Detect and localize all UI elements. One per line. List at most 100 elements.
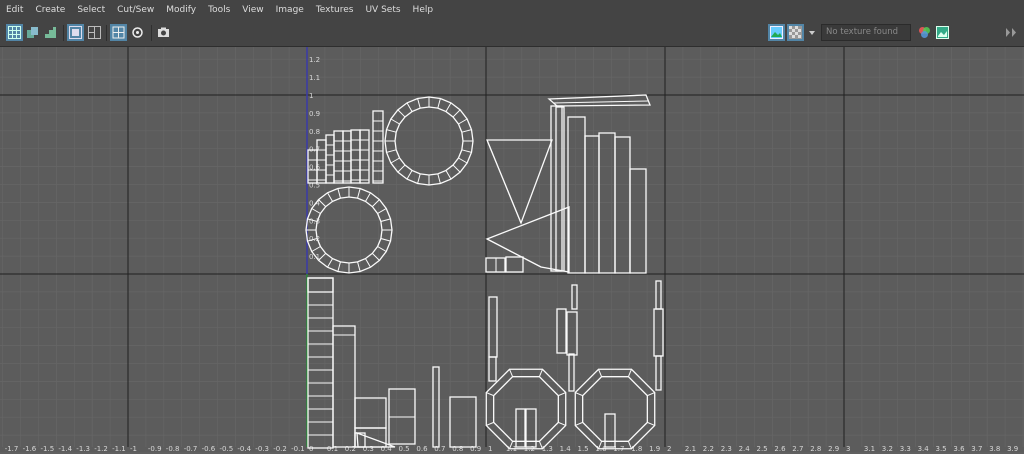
uv-edge — [357, 188, 361, 199]
x-tick-label: 2.1 — [685, 445, 696, 453]
dropdown-arrow-icon[interactable] — [806, 24, 816, 41]
uv-panel-icon[interactable] — [86, 24, 103, 41]
x-tick-label: 0 — [309, 445, 313, 453]
uv-edge — [397, 109, 406, 118]
x-tick-label: 2.8 — [810, 445, 821, 453]
uv-edge — [365, 192, 371, 202]
uv-edge — [452, 109, 461, 118]
menu-textures[interactable]: Textures — [310, 5, 360, 15]
uv-edge — [380, 238, 391, 242]
uv-edge — [598, 369, 603, 377]
x-tick-label: -0.5 — [220, 445, 234, 453]
menu-edit[interactable]: Edit — [0, 5, 29, 15]
snapshot-icon[interactable] — [155, 24, 172, 41]
uv-shell — [488, 356, 497, 382]
x-tick-label: -1.2 — [94, 445, 108, 453]
uv-edge — [458, 157, 468, 164]
x-tick-label: -1.4 — [58, 445, 72, 453]
uv-edge — [337, 261, 341, 272]
uv-shell — [486, 139, 553, 225]
uv-grid-icon[interactable] — [6, 24, 23, 41]
uv-edge — [327, 192, 333, 202]
uv-edge — [337, 188, 341, 199]
x-tick-label: 1.8 — [631, 445, 642, 453]
x-tick-label: 2.9 — [828, 445, 839, 453]
rgb-channels-icon[interactable] — [916, 24, 933, 41]
y-tick-label: 1.2 — [309, 56, 320, 64]
x-tick-label: -1.3 — [76, 445, 90, 453]
menu-image[interactable]: Image — [270, 5, 310, 15]
uv-stair-icon[interactable] — [42, 24, 59, 41]
uv-distort-icon[interactable] — [110, 24, 127, 41]
uv-edge — [647, 392, 655, 397]
x-tick-label: 2.4 — [739, 445, 751, 453]
uv-edge — [486, 421, 494, 426]
x-tick-label: 1.3 — [542, 445, 553, 453]
menu-modify[interactable]: Modify — [160, 5, 202, 15]
x-tick-label: 3.2 — [882, 445, 893, 453]
uv-shell — [394, 106, 464, 176]
x-tick-label: -0.3 — [255, 445, 269, 453]
x-tick-label: 3.1 — [864, 445, 875, 453]
y-tick-label: 0.9 — [309, 110, 320, 118]
menu-select[interactable]: Select — [71, 5, 111, 15]
y-tick-label: 1 — [309, 92, 313, 100]
uv-shell — [342, 130, 352, 184]
x-tick-label: -1.6 — [23, 445, 37, 453]
menu-tools[interactable]: Tools — [202, 5, 236, 15]
menu-view[interactable]: View — [236, 5, 269, 15]
uv-shell — [567, 116, 586, 274]
x-tick-label: -0.2 — [273, 445, 287, 453]
uv-shell — [614, 136, 631, 274]
x-tick-label: 3.6 — [953, 445, 965, 453]
uv-edge — [437, 98, 441, 109]
uv-sphere-icon[interactable] — [129, 24, 146, 41]
uv-shell-icon[interactable] — [24, 24, 41, 41]
uv-shell — [655, 280, 662, 310]
menu-cut-sew[interactable]: Cut/Sew — [111, 5, 160, 15]
uv-viewport[interactable]: -1.7 -1.6 -1.5 -1.4 -1.3 -1.2 -1.1 -1 -0.9 -0.8 -0… — [0, 47, 1024, 454]
x-tick-label: 0.5 — [399, 445, 410, 453]
x-tick-label: -0.7 — [184, 445, 198, 453]
uv-edge — [406, 102, 413, 112]
uv-edge — [509, 369, 514, 377]
x-tick-label: -1.7 — [5, 445, 19, 453]
x-tick-label: 0.6 — [416, 445, 428, 453]
x-tick-label: -0.8 — [166, 445, 180, 453]
uv-edge — [647, 421, 655, 426]
toolbar: No texture found — [0, 20, 1024, 58]
menu-uv-sets[interactable]: UV Sets — [359, 5, 406, 15]
uv-edge — [575, 421, 583, 426]
uv-edge — [452, 164, 461, 173]
x-tick-label: -1.1 — [112, 445, 126, 453]
uv-shell — [653, 308, 664, 357]
uv-shell — [485, 206, 570, 273]
image-icon[interactable] — [934, 24, 951, 41]
uv-shell — [332, 325, 356, 448]
menu-create[interactable]: Create — [29, 5, 71, 15]
uv-edge — [437, 173, 441, 184]
uv-shell — [547, 94, 651, 107]
x-tick-label: 3.9 — [1007, 445, 1018, 453]
x-tick-label: 3.8 — [989, 445, 1000, 453]
menu-help[interactable]: Help — [407, 5, 440, 15]
checker-icon[interactable] — [787, 24, 804, 41]
x-tick-label: 2.5 — [757, 445, 768, 453]
uv-shell — [449, 396, 477, 448]
uv-shell — [325, 134, 335, 184]
uv-shell — [571, 284, 578, 310]
x-tick-label: -0.6 — [202, 445, 216, 453]
uv-frame-icon[interactable] — [67, 24, 84, 41]
uv-edge — [327, 258, 333, 268]
x-tick-label: -1 — [130, 445, 137, 453]
step-forward-icon[interactable] — [1002, 24, 1018, 41]
texture-field[interactable]: No texture found — [821, 24, 911, 41]
x-tick-label: 2.2 — [703, 445, 714, 453]
image-display-icon[interactable] — [768, 24, 785, 41]
uv-shell — [556, 308, 567, 354]
uv-edge — [575, 392, 583, 397]
uv-edge — [486, 238, 542, 268]
uv-edge — [458, 118, 468, 125]
x-tick-label: 1.4 — [560, 445, 572, 453]
uv-edge — [386, 149, 397, 153]
